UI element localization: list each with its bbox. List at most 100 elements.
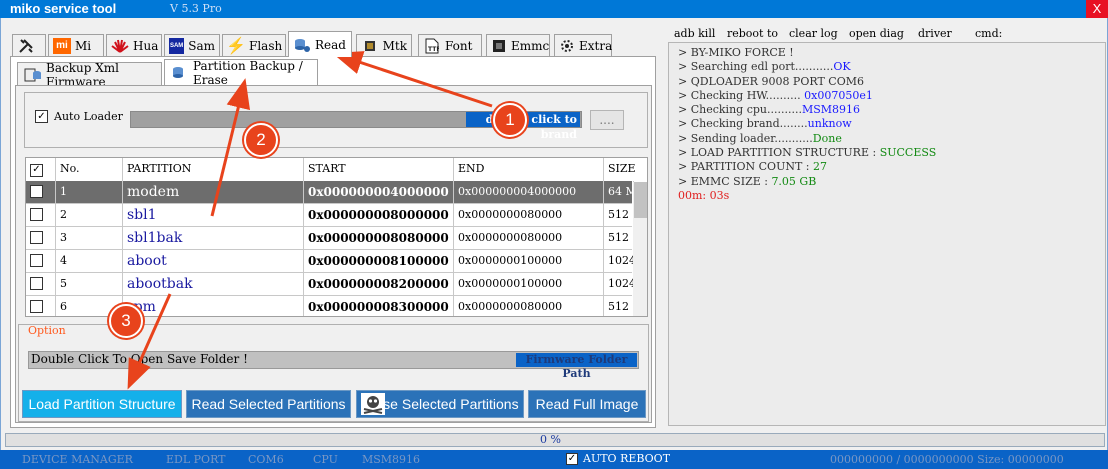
driver-link[interactable]: driver bbox=[918, 27, 952, 40]
device-manager-link[interactable]: DEVICE MANAGER bbox=[22, 453, 133, 467]
read-full-image-button[interactable]: Read Full Image bbox=[528, 390, 646, 418]
cpu-label: CPU bbox=[313, 453, 338, 466]
row-end: 0x0000000080000 bbox=[454, 296, 604, 316]
log-line-text: > QDLOADER 9008 PORT COM6 bbox=[678, 74, 864, 88]
save-folder-text: Double Click To Open Save Folder ! bbox=[31, 352, 248, 366]
row-select-cell[interactable] bbox=[26, 296, 56, 316]
reboot-to-link[interactable]: reboot to bbox=[727, 27, 778, 40]
title-bar bbox=[0, 0, 1108, 18]
tab-samsung-label: Sam bbox=[188, 38, 215, 53]
tab-font-label: Font bbox=[445, 38, 473, 53]
log-line: > QDLOADER 9008 PORT COM6 bbox=[678, 75, 936, 89]
tab-huawei-label: Hua bbox=[133, 38, 159, 53]
log-line-value: unknow bbox=[807, 117, 852, 131]
log-lines: > BY-MIKO FORCE ! > Searching edl port..… bbox=[678, 46, 936, 203]
row-select-cell[interactable] bbox=[26, 250, 56, 273]
open-diag-link[interactable]: open diag bbox=[849, 27, 904, 40]
table-row[interactable]: 2 sbl1 0x000000008000000 0x0000000080000 512… bbox=[26, 204, 634, 227]
tab-font[interactable]: TTF Font bbox=[418, 34, 482, 56]
row-checkbox[interactable] bbox=[30, 254, 43, 267]
select-all-cell[interactable]: ✓ bbox=[26, 158, 56, 181]
log-line: > Searching edl port...........OK bbox=[678, 60, 936, 74]
tab-tools[interactable] bbox=[12, 34, 46, 56]
tab-flash-label: Flash bbox=[249, 38, 283, 53]
partition-table[interactable]: ✓ No. PARTITION START END SIZE 1 modem 0x0… bbox=[25, 157, 648, 317]
gear-grid-icon bbox=[559, 38, 575, 54]
table-row[interactable]: 5 abootbak 0x000000008200000 0x000000010000… bbox=[26, 273, 634, 296]
row-checkbox[interactable] bbox=[30, 208, 43, 221]
table-header: ✓ No. PARTITION START END SIZE bbox=[26, 158, 647, 181]
table-scrollbar-thumb[interactable] bbox=[634, 182, 647, 218]
row-start: 0x000000008000000 bbox=[304, 204, 454, 227]
read-selected-partitions-button[interactable]: Read Selected Partitions bbox=[186, 390, 351, 418]
row-partition-name: abootbak bbox=[123, 273, 304, 296]
row-checkbox[interactable] bbox=[30, 300, 43, 313]
app-version: V 5.3 Pro bbox=[170, 2, 222, 15]
tab-flash[interactable]: ⚡ Flash bbox=[222, 34, 286, 56]
row-checkbox[interactable] bbox=[30, 185, 43, 198]
log-line-text: > EMMC SIZE : bbox=[678, 174, 772, 188]
database-icon bbox=[293, 37, 311, 53]
auto-reboot-option[interactable]: ✓ AUTO REBOOT bbox=[566, 452, 670, 466]
header-end: END bbox=[454, 158, 604, 181]
row-checkbox[interactable] bbox=[30, 277, 43, 290]
com-port-value: COM6 bbox=[248, 453, 284, 466]
log-line: > PARTITION COUNT : 27 bbox=[678, 160, 936, 174]
tab-mi[interactable]: mi Mi bbox=[48, 34, 104, 56]
row-partition-name: sbl1bak bbox=[123, 227, 304, 250]
tab-read-label: Read bbox=[315, 37, 346, 52]
firmware-folder-path-button[interactable]: Firmware Folder Path bbox=[516, 353, 637, 380]
table-row[interactable]: 3 sbl1bak 0x000000008080000 0x0000000080000… bbox=[26, 227, 634, 250]
tab-samsung[interactable]: SAM Sam bbox=[164, 34, 220, 56]
auto-reboot-label: AUTO REBOOT bbox=[583, 452, 671, 465]
row-end: 0x0000000100000 bbox=[454, 273, 604, 296]
row-start: 0x000000008300000 bbox=[304, 296, 454, 316]
tab-emmc[interactable]: Emmc bbox=[486, 34, 550, 56]
tab-read[interactable]: Read bbox=[288, 31, 352, 57]
row-partition-name: rpm bbox=[123, 296, 304, 316]
database-icon bbox=[171, 65, 189, 81]
browse-loader-button[interactable]: .... bbox=[590, 110, 624, 130]
row-select-cell[interactable] bbox=[26, 273, 56, 296]
cmd-link[interactable]: cmd: bbox=[975, 27, 1002, 40]
edl-port-label: EDL PORT bbox=[166, 453, 226, 466]
tab-partition-backup-erase[interactable]: Partition Backup / Erase bbox=[164, 59, 318, 87]
tab-mtk[interactable]: Mtk bbox=[356, 34, 412, 56]
tab-extra[interactable]: Extra bbox=[554, 34, 612, 56]
log-line-text: > PARTITION COUNT : bbox=[678, 160, 814, 174]
emmc-icon bbox=[491, 38, 507, 54]
adb-kill-link[interactable]: adb kill bbox=[674, 27, 715, 40]
annotation-marker-1: 1 bbox=[493, 103, 527, 137]
close-button[interactable]: X bbox=[1086, 0, 1108, 18]
tab-backup-xml-firmware[interactable]: Backup Xml Firmware bbox=[17, 61, 162, 89]
annotation-marker-2: 2 bbox=[244, 123, 278, 157]
row-number: 2 bbox=[56, 204, 123, 227]
clear-log-link[interactable]: clear log bbox=[789, 27, 838, 40]
table-row[interactable]: 1 modem 0x000000004000000 0x000000004000000… bbox=[26, 181, 634, 204]
row-select-cell[interactable] bbox=[26, 181, 56, 204]
log-line-text: > Sending loader........... bbox=[678, 131, 813, 145]
tab-huawei[interactable]: Hua bbox=[106, 34, 162, 56]
row-size: 512 KB bbox=[604, 227, 634, 250]
load-partition-structure-button[interactable]: Load Partition Structure bbox=[22, 390, 182, 418]
select-all-checkbox[interactable]: ✓ bbox=[30, 163, 43, 177]
row-number: 4 bbox=[56, 250, 123, 273]
table-row[interactable]: 4 aboot 0x000000008100000 0x0000000100000 10… bbox=[26, 250, 634, 273]
row-checkbox[interactable] bbox=[30, 231, 43, 244]
auto-loader-option[interactable]: ✓ Auto Loader bbox=[35, 110, 123, 123]
row-end: 0x0000000100000 bbox=[454, 250, 604, 273]
skull-icon bbox=[361, 393, 385, 415]
cpu-value: MSM8916 bbox=[362, 453, 421, 466]
row-end: 0x000000004000000 bbox=[454, 181, 604, 204]
log-line: > LOAD PARTITION STRUCTURE : SUCCESS bbox=[678, 146, 936, 160]
chip-icon bbox=[361, 38, 379, 54]
auto-reboot-checkbox[interactable]: ✓ bbox=[566, 453, 578, 465]
auto-loader-checkbox[interactable]: ✓ bbox=[35, 110, 48, 123]
row-start: 0x000000008100000 bbox=[304, 250, 454, 273]
tab-emmc-label: Emmc bbox=[511, 38, 550, 53]
log-line-value: SUCCESS bbox=[879, 146, 937, 160]
row-select-cell[interactable] bbox=[26, 227, 56, 250]
row-partition-name: aboot bbox=[123, 250, 304, 273]
log-line: > Checking HW.......... 0x007050e1 bbox=[678, 89, 936, 103]
row-select-cell[interactable] bbox=[26, 204, 56, 227]
